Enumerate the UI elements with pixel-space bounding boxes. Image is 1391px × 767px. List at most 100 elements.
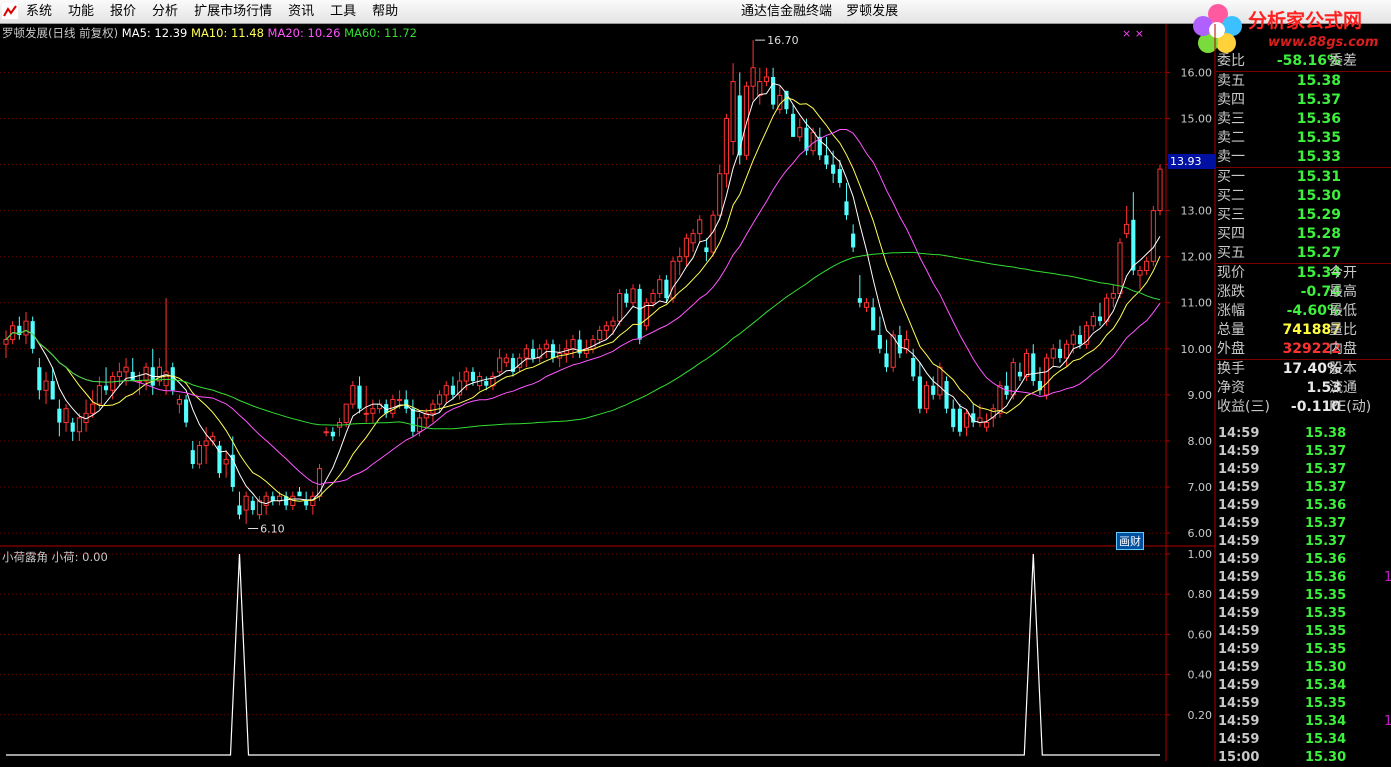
candle-body xyxy=(463,371,469,382)
candle-body xyxy=(1104,297,1110,322)
sell-row-2-value: 15.36 xyxy=(1296,111,1341,127)
y-tick-label: 11.00 xyxy=(1181,297,1213,310)
tick-price: 15.37 xyxy=(1305,534,1347,549)
sell-row-0-value: 15.38 xyxy=(1296,73,1341,89)
menu-item-6[interactable]: 工具 xyxy=(330,0,356,23)
y-tick-label: 12.00 xyxy=(1181,251,1213,264)
menu-item-7[interactable]: 帮助 xyxy=(372,0,398,23)
tick-time: 14:59 xyxy=(1218,426,1260,441)
stat2-row-0-label: 换手 xyxy=(1217,361,1245,377)
buy-row-1-value: 15.30 xyxy=(1296,188,1341,204)
tick-row: 14:59 15.35 xyxy=(1216,605,1391,623)
menu-item-4[interactable]: 扩展市场行情 xyxy=(194,0,272,23)
menu-item-1[interactable]: 功能 xyxy=(68,0,94,23)
menu-item-0[interactable]: 系统 xyxy=(26,0,52,23)
candle-body xyxy=(637,288,642,340)
candle-body xyxy=(704,247,709,253)
candle-body xyxy=(884,353,889,368)
sub-y-tick-label: 1.00 xyxy=(1188,548,1213,561)
candle-body xyxy=(396,398,403,401)
brand-watermark: 分析家公式网 www.88gs.com xyxy=(1188,0,1391,58)
tick-price: 15.34 xyxy=(1305,714,1347,729)
candle-body xyxy=(237,505,242,515)
candle-body xyxy=(1150,210,1156,262)
menu-item-5[interactable]: 资讯 xyxy=(288,0,314,23)
candle-body xyxy=(223,458,229,465)
weibi-row: 委比 -58.16% 委差 xyxy=(1216,52,1391,71)
candle-body xyxy=(1110,293,1116,299)
buy-row-4-label: 买五 xyxy=(1217,245,1245,261)
y-tick-label: 7.00 xyxy=(1188,481,1213,494)
tick-row: 14:59 15.34 xyxy=(1216,677,1391,695)
buy-row-2-value: 15.29 xyxy=(1296,207,1341,223)
candle-body xyxy=(1131,219,1136,271)
tick-price: 15.36 xyxy=(1305,498,1347,513)
candle-body xyxy=(743,85,749,156)
buy-row-0-label: 买一 xyxy=(1217,169,1245,185)
candle-body xyxy=(624,293,629,303)
buy-row-3-label: 买四 xyxy=(1217,226,1245,242)
stat-row-3-label2: 量比 xyxy=(1329,322,1357,338)
tick-row: 14:59 15.36 xyxy=(1216,497,1391,515)
buy-row-1: 买二 15.30 xyxy=(1216,187,1391,206)
candle-body xyxy=(630,288,636,304)
sub-y-tick-label: 0.20 xyxy=(1188,709,1213,722)
candle-body xyxy=(390,398,396,414)
tick-price: 15.38 xyxy=(1305,426,1347,441)
candle-body xyxy=(304,500,309,506)
sell-row-1-value: 15.37 xyxy=(1296,92,1341,108)
tick-price: 15.34 xyxy=(1305,678,1347,693)
window-title: 通达信金融终端 罗顿发展 xyxy=(741,0,908,23)
candle-body xyxy=(70,422,75,432)
sell-row-0-label: 卖五 xyxy=(1217,73,1245,89)
stat-row-3-label: 总量 xyxy=(1217,322,1245,338)
kline-chart[interactable]: 6.007.008.009.0010.0011.0012.0013.0014.0… xyxy=(0,24,1216,761)
tick-time: 14:59 xyxy=(1218,570,1260,585)
menu-item-3[interactable]: 分析 xyxy=(152,0,178,23)
candle-body xyxy=(750,67,756,87)
tick-row: 14:59 15.34 1 xyxy=(1216,713,1391,731)
buy-row-2: 买三 15.29 xyxy=(1216,206,1391,225)
tick-price: 15.30 xyxy=(1305,660,1347,675)
menu-item-2[interactable]: 报价 xyxy=(110,0,136,23)
candle-body xyxy=(730,81,736,142)
tick-row: 14:59 15.35 xyxy=(1216,641,1391,659)
stat-row-4-label: 外盘 xyxy=(1217,341,1245,357)
candle-body xyxy=(96,385,102,405)
tick-time: 14:59 xyxy=(1218,516,1260,531)
candle-body xyxy=(184,399,189,423)
tick-time: 14:59 xyxy=(1218,534,1260,549)
candle-body xyxy=(343,403,349,424)
caifu-tag[interactable]: 画财 xyxy=(1116,532,1144,550)
candle-body xyxy=(911,358,916,377)
tick-price: 15.37 xyxy=(1305,480,1347,495)
candle-body xyxy=(657,279,663,295)
candle-body xyxy=(256,500,263,516)
stat2-row-1-label: 净资 xyxy=(1217,380,1245,396)
candle-body xyxy=(1137,269,1143,276)
candle-body xyxy=(503,357,509,364)
tick-row: 15:00 15.30 xyxy=(1216,749,1391,767)
candle-body xyxy=(717,173,723,216)
stat-row-2-label: 涨幅 xyxy=(1217,303,1245,319)
tick-price: 15.34 xyxy=(1305,732,1347,747)
candle-body xyxy=(357,385,362,409)
y-tick-label: 16.00 xyxy=(1181,66,1213,79)
tick-row: 14:59 15.35 xyxy=(1216,587,1391,605)
ma10-line xyxy=(5,97,1161,502)
tick-time: 14:59 xyxy=(1218,480,1260,495)
tick-time: 15:00 xyxy=(1218,750,1260,765)
candle-body xyxy=(530,348,536,359)
sell-row-4-value: 15.33 xyxy=(1296,149,1341,165)
current-price-box: 13.93 xyxy=(1168,154,1216,169)
candle-body xyxy=(116,371,122,377)
candle-body xyxy=(457,380,463,396)
annotation-label: 16.70 xyxy=(767,34,799,47)
candle-body xyxy=(763,76,770,83)
tick-price: 15.36 xyxy=(1305,552,1347,567)
candle-body xyxy=(963,412,970,428)
candle-body xyxy=(450,385,455,395)
tick-vol: 1 xyxy=(1384,570,1391,585)
candle-body xyxy=(470,371,476,382)
tick-row: 14:59 15.34 xyxy=(1216,731,1391,749)
